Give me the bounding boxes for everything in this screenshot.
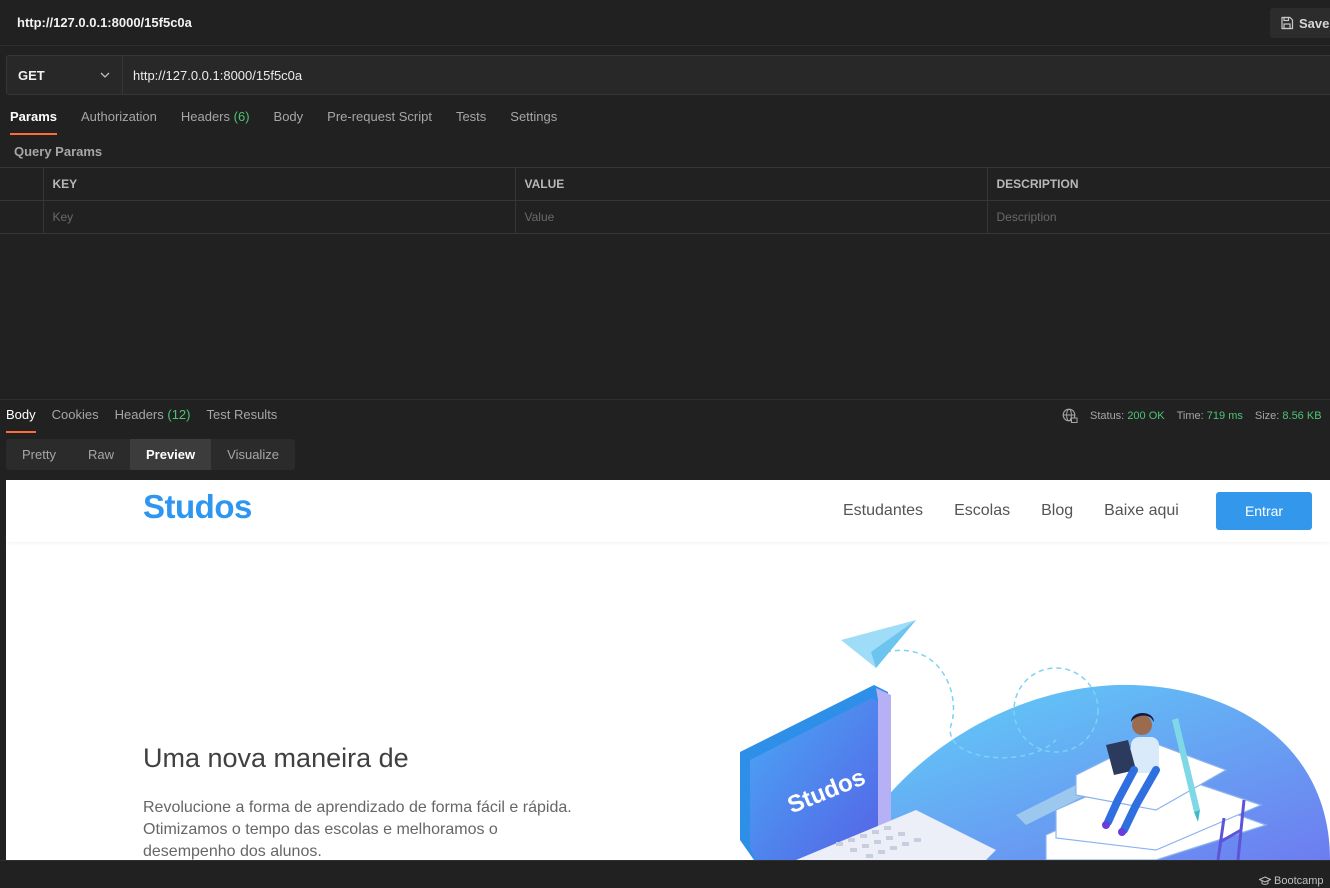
pane-divider[interactable]: [0, 399, 1330, 400]
nav-link-escolas[interactable]: Escolas: [954, 502, 1010, 520]
status-group: Status: 200 OK: [1090, 410, 1165, 422]
checkbox-column: [0, 167, 43, 201]
url-input[interactable]: http://127.0.0.1:8000/15f5c0a: [123, 56, 302, 94]
tab-pre-request-label: Pre-request Script: [327, 109, 432, 124]
save-icon: [1281, 16, 1294, 30]
request-title[interactable]: http://127.0.0.1:8000/15f5c0a: [17, 15, 192, 30]
tab-pre-request-script[interactable]: Pre-request Script: [327, 109, 432, 135]
studos-logo[interactable]: Studos: [143, 488, 252, 526]
key-input[interactable]: Key: [42, 200, 515, 234]
bootcamp-link[interactable]: Bootcamp: [1259, 875, 1324, 887]
tab-params[interactable]: Params: [10, 109, 57, 135]
tab-settings-label: Settings: [510, 109, 558, 124]
student-foot: [1102, 821, 1110, 829]
status-label: Status:: [1090, 410, 1125, 422]
response-tabs: Body Cookies Headers (12) Test Results: [6, 407, 293, 433]
tab-body[interactable]: Body: [274, 109, 304, 135]
status-footer: Bootcamp: [0, 860, 1330, 888]
tab-test-results[interactable]: Test Results: [207, 407, 278, 433]
tab-response-body[interactable]: Body: [6, 407, 36, 433]
view-mode-tabs: Pretty Raw Preview Visualize: [6, 439, 295, 470]
headers-count: (6): [233, 109, 250, 124]
nav-link-baixe-aqui[interactable]: Baixe aqui: [1104, 502, 1179, 520]
entrar-button[interactable]: Entrar: [1216, 492, 1312, 530]
request-header-bar: http://127.0.0.1:8000/15f5c0a Save: [0, 0, 1330, 46]
save-button[interactable]: Save: [1270, 8, 1330, 38]
nav-link-estudantes[interactable]: Estudantes: [843, 502, 923, 520]
tab-body-label: Body: [273, 109, 304, 124]
tab-authorization[interactable]: Authorization: [81, 109, 157, 135]
student-foot: [1118, 828, 1126, 836]
column-key: KEY: [42, 167, 515, 201]
tab-test-results-label: Test Results: [206, 407, 278, 422]
status-value[interactable]: 200 OK: [1127, 410, 1164, 422]
column-description: DESCRIPTION: [986, 167, 1330, 201]
time-value[interactable]: 719 ms: [1207, 410, 1243, 422]
view-raw[interactable]: Raw: [72, 439, 130, 470]
table-row: Key Value Description: [0, 200, 1330, 234]
column-value: VALUE: [514, 167, 987, 201]
view-pretty[interactable]: Pretty: [6, 439, 72, 470]
time-label: Time:: [1176, 410, 1204, 422]
tab-cookies[interactable]: Cookies: [52, 407, 99, 433]
globe-lock-icon[interactable]: [1062, 408, 1078, 424]
response-preview: Studos Estudantes Escolas Blog Baixe aqu…: [6, 480, 1330, 860]
method-select[interactable]: GET: [7, 56, 123, 94]
time-group: Time: 719 ms: [1177, 410, 1243, 422]
table-header-row: KEY VALUE DESCRIPTION: [0, 167, 1330, 201]
value-input[interactable]: Value: [514, 200, 987, 234]
description-input[interactable]: Description: [986, 200, 1330, 234]
url-bar: GET http://127.0.0.1:8000/15f5c0a: [6, 55, 1330, 95]
size-label: Size:: [1254, 410, 1280, 422]
tab-tests-label: Tests: [455, 109, 487, 124]
save-label: Save: [1299, 15, 1330, 31]
size-group: Size: 8.56 KB: [1255, 410, 1322, 422]
hero-title: Uma nova maneira de: [143, 743, 409, 773]
tab-response-body-label: Body: [6, 407, 36, 422]
preview-navbar: Studos Estudantes Escolas Blog Baixe aqu…: [6, 480, 1330, 542]
tab-response-headers-label: Headers: [114, 407, 164, 422]
tab-cookies-label: Cookies: [51, 407, 99, 422]
size-value[interactable]: 8.56 KB: [1282, 410, 1321, 422]
view-preview[interactable]: Preview: [129, 439, 212, 470]
nav-link-blog[interactable]: Blog: [1041, 502, 1073, 520]
hero-illustration: Studos: [740, 620, 1330, 860]
method-label: GET: [18, 67, 45, 83]
query-params-title: Query Params: [14, 144, 103, 159]
request-tabs: Params Authorization Headers (6) Body Pr…: [0, 109, 581, 135]
tab-authorization-label: Authorization: [80, 109, 157, 124]
tab-response-headers[interactable]: Headers (12): [115, 407, 191, 433]
tab-tests[interactable]: Tests: [456, 109, 486, 135]
preview-nav-links: Estudantes Escolas Blog Baixe aqui: [843, 502, 1210, 520]
tab-settings[interactable]: Settings: [510, 109, 557, 135]
hero-text: Revolucione a forma de aprendizado de fo…: [143, 799, 572, 860]
response-meta: Status: 200 OK Time: 719 ms Size: 8.56 K…: [1062, 408, 1322, 424]
view-visualize[interactable]: Visualize: [211, 439, 295, 470]
tab-headers-label: Headers: [180, 109, 231, 124]
row-checkbox[interactable]: [0, 200, 43, 234]
graduation-cap-icon: [1259, 876, 1271, 885]
chevron-down-icon: [100, 72, 110, 78]
query-params-table: KEY VALUE DESCRIPTION Key Value Descript…: [0, 167, 1330, 234]
tab-params-label: Params: [10, 109, 57, 124]
bootcamp-label: Bootcamp: [1274, 875, 1324, 887]
response-headers-count: (12): [167, 407, 191, 422]
tab-headers[interactable]: Headers (6): [181, 109, 250, 135]
